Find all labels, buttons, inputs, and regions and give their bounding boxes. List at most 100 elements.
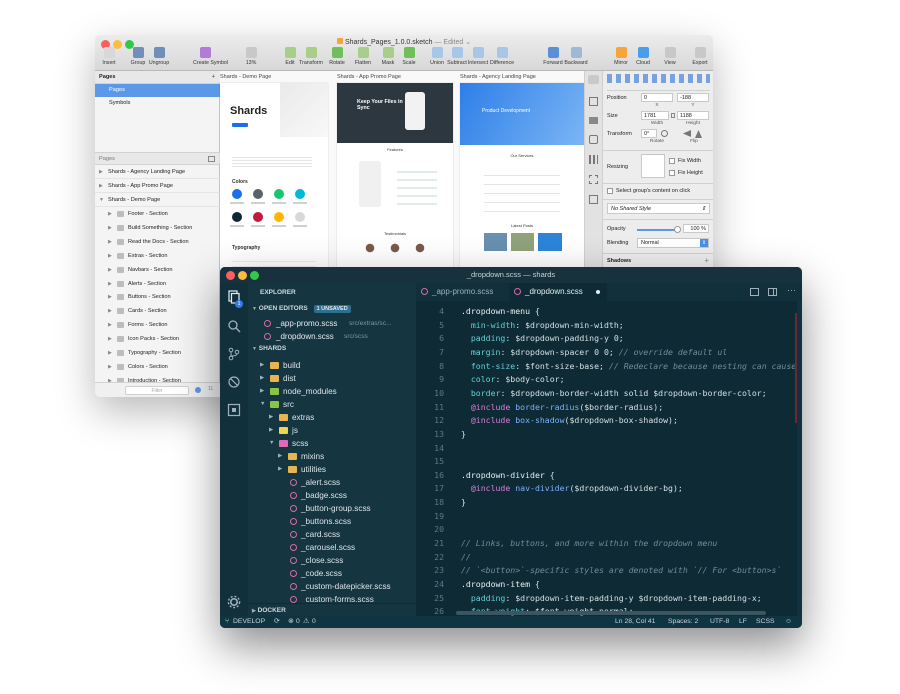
distribution-row[interactable] [607, 85, 710, 91]
position-y-field[interactable]: -188 [677, 93, 709, 102]
toolbar-ungroup-button[interactable]: Ungroup [147, 47, 171, 66]
file-item[interactable]: _buttons.scss [248, 515, 416, 528]
layer-page[interactable]: ▼ Shards - Demo Page [95, 193, 220, 207]
flip-vertical-icon[interactable] [695, 130, 702, 138]
file-item[interactable]: _custom-datepicker.scss [248, 580, 416, 593]
collapse-icon[interactable] [208, 156, 215, 162]
filter-input[interactable]: Filter [125, 386, 189, 395]
file-item[interactable]: _card.scss [248, 528, 416, 541]
layer-section[interactable]: ▶ Extras - Section [95, 249, 220, 263]
cursor-position[interactable]: Ln 28, Col 41 [615, 616, 655, 628]
caret-right-icon[interactable]: ▶ [108, 304, 112, 318]
code-line[interactable]: 16 .dropdown-divider { [416, 469, 802, 483]
code-line[interactable]: 13} [416, 428, 802, 442]
file-item[interactable]: _badge.scss [248, 489, 416, 502]
file-item[interactable]: _alert.scss [248, 476, 416, 489]
code-line[interactable]: 21 // Links, buttons, and more within the… [416, 537, 802, 551]
folder-item[interactable]: ▶ dist [248, 372, 416, 385]
flip-horizontal-icon[interactable] [683, 130, 691, 137]
editor[interactable]: _app-promo.scss _dropdown.scss ··· 4 .dro… [416, 283, 802, 616]
toolbar-plus-button[interactable]: Insert [97, 47, 121, 66]
toolbar-view-button[interactable]: View [658, 47, 682, 66]
width-field[interactable]: 1781 [641, 111, 669, 120]
error-count[interactable]: 0 [296, 616, 300, 628]
unsaved-dot-icon[interactable] [596, 290, 600, 294]
caret-right-icon[interactable]: ▶ [108, 277, 112, 291]
layer-section[interactable]: ▶ Footer - Section [95, 207, 220, 221]
folder-item[interactable]: ▶ js [248, 424, 416, 437]
gear-icon[interactable] [227, 595, 241, 609]
code-line[interactable]: 10 border: $dropdown-border-width solid … [416, 387, 802, 401]
toolbar-export-button[interactable]: Export [688, 47, 712, 66]
arrows-icon[interactable] [589, 175, 598, 184]
caret-right-icon[interactable]: ▶ [108, 249, 112, 263]
open-preview-icon[interactable] [750, 288, 759, 296]
source-control-icon[interactable] [227, 347, 241, 361]
layer-page[interactable]: ▶ Shards - App Promo Page [95, 179, 220, 193]
layer-section[interactable]: ▶ Buttons - Section [95, 290, 220, 304]
split-editor-icon[interactable] [768, 288, 777, 296]
code-line[interactable]: 17 @include nav-divider($dropdown-divide… [416, 482, 802, 496]
code-line[interactable]: 12 @include box-shadow($dropdown-box-sha… [416, 414, 802, 428]
layer-section[interactable]: ▶ Read the Docs - Section [95, 235, 220, 249]
language-mode[interactable]: SCSS [756, 616, 775, 628]
warning-count[interactable]: 0 [312, 616, 316, 628]
code-line[interactable]: 5 min-width: $dropdown-min-width; [416, 319, 802, 333]
lock-icon[interactable] [671, 113, 675, 118]
layer-section[interactable]: ▶ Icon Packs - Section [95, 332, 220, 346]
code-line[interactable]: 6 padding: $dropdown-padding-y 0; [416, 332, 802, 346]
add-page-icon[interactable]: + [212, 71, 215, 84]
toolbar-zoom-button[interactable]: 13% [239, 47, 263, 66]
caret-right-icon[interactable]: ▶ [108, 235, 112, 249]
open-editor-item[interactable]: _app-promo.scss src/extras/sc... [248, 317, 416, 330]
docker-header[interactable]: ▶ DOCKER [248, 603, 416, 616]
vertical-scrollbar[interactable] [797, 301, 802, 616]
indentation[interactable]: Spaces: 2 [668, 616, 698, 628]
caret-right-icon[interactable]: ▶ [108, 290, 112, 304]
code-line[interactable]: 9 color: $body-color; [416, 373, 802, 387]
caret-down-icon[interactable]: ▼ [99, 193, 104, 207]
folder-item[interactable]: ▶ build [248, 359, 416, 372]
caret-right-icon[interactable]: ▶ [108, 360, 112, 374]
toolbar-difference-button[interactable]: Difference [490, 47, 514, 66]
layer-section[interactable]: ▶ Alerts - Section [95, 277, 220, 291]
layer-section[interactable]: ▶ Typography - Section [95, 346, 220, 360]
code-line[interactable]: 11 @include border-radius($border-radius… [416, 401, 802, 415]
grid-icon[interactable] [589, 155, 598, 164]
rotate-icon[interactable] [661, 130, 668, 137]
toolbar-scale-button[interactable]: Scale [397, 47, 421, 66]
text-icon[interactable] [589, 195, 598, 204]
project-header[interactable]: ▼ SHARDS [248, 345, 416, 352]
toolbar-intersect-button[interactable]: Intersect [466, 47, 490, 66]
code-line[interactable]: 15 [416, 455, 802, 469]
folder-item[interactable]: ▼ scss [248, 437, 416, 450]
share-icon[interactable] [589, 135, 598, 144]
toolbar-rotate-button[interactable]: Rotate [325, 47, 349, 66]
sync-icon[interactable]: ⟳ [274, 616, 280, 628]
toolbar-transform-button[interactable]: Transform [299, 47, 323, 66]
page-item-pages[interactable]: Pages [95, 84, 220, 97]
toolbar-symbol-button[interactable]: Create Symbol [193, 47, 228, 66]
fix-width-checkbox[interactable] [669, 158, 675, 164]
caret-right-icon[interactable]: ▶ [108, 207, 112, 221]
upload-icon[interactable] [589, 97, 598, 106]
printer-icon[interactable] [589, 117, 598, 124]
file-item[interactable]: _close.scss [248, 554, 416, 567]
file-item[interactable]: _carousel.scss [248, 541, 416, 554]
open-editors-header[interactable]: ▼ OPEN EDITORS 1 UNSAVED [248, 305, 416, 313]
code-line[interactable]: 14 [416, 442, 802, 456]
caret-right-icon[interactable]: ▶ [99, 165, 103, 179]
export-slice-icon[interactable] [195, 387, 201, 393]
toolbar-backward-button[interactable]: Backward [564, 47, 588, 66]
opacity-slider-knob[interactable] [674, 226, 681, 233]
code-line[interactable]: 24 .dropdown-item { [416, 578, 802, 592]
tab-app-promo[interactable]: _app-promo.scss [416, 283, 508, 301]
caret-right-icon[interactable]: ▶ [99, 179, 103, 193]
opacity-slider[interactable] [637, 226, 681, 233]
toolbar-flatten-button[interactable]: Flatten [351, 47, 375, 66]
page-item-symbols[interactable]: Symbols [95, 97, 220, 110]
code-line[interactable]: 19 [416, 510, 802, 524]
height-field[interactable]: 1188 [677, 111, 709, 120]
code-line[interactable]: 23 // `<button>`-specific styles are deno… [416, 564, 802, 578]
alignment-row[interactable] [607, 74, 710, 83]
